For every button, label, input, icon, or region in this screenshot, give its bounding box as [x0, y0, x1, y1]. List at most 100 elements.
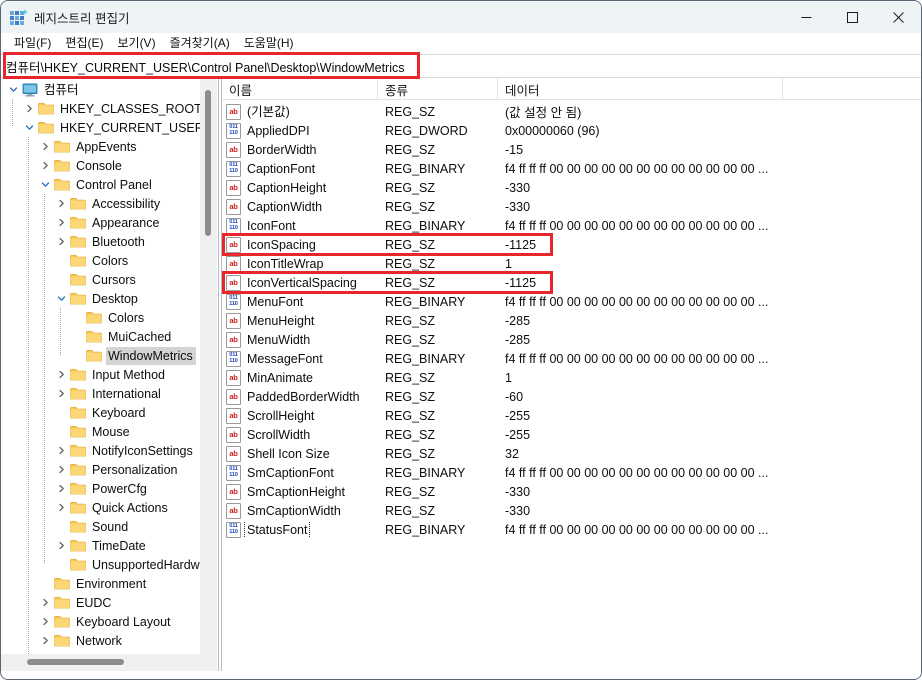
tree-item-mouse[interactable]: Mouse [1, 422, 200, 441]
tree-item-personalization[interactable]: Personalization [1, 460, 200, 479]
chevron-right-icon[interactable] [37, 612, 53, 631]
table-row[interactable]: ab CaptionWidth REG_SZ -330 [222, 197, 921, 216]
tree-item-unsupportedhardware[interactable]: UnsupportedHardware [1, 555, 217, 574]
column-header-data[interactable]: 데이터 [498, 78, 783, 100]
chevron-right-icon[interactable] [21, 99, 37, 118]
menu-help[interactable]: 도움말(H) [237, 33, 301, 54]
tree-horizontal-scroll-thumb[interactable] [27, 659, 124, 665]
chevron-right-icon[interactable] [53, 536, 69, 555]
tree-item-desktop[interactable]: Desktop [1, 289, 200, 308]
column-header-type[interactable]: 종류 [378, 78, 498, 100]
tree-item-windowmetrics[interactable]: WindowMetrics [1, 346, 200, 365]
chevron-right-icon[interactable] [37, 593, 53, 612]
chevron-down-icon[interactable] [5, 80, 21, 99]
table-row[interactable]: ab PaddedBorderWidth REG_SZ -60 [222, 387, 921, 406]
chevron-right-icon[interactable] [53, 232, 69, 251]
tree-item-international[interactable]: International [1, 384, 200, 403]
table-row[interactable]: 011 110 StatusFont REG_BINARY f4 ff ff ff 00… [222, 520, 921, 539]
table-row[interactable]: 011 110 AppliedDPI REG_DWORD 0x00000060 (96) [222, 121, 921, 140]
table-row[interactable]: ab Shell Icon Size REG_SZ 32 [222, 444, 921, 463]
chevron-right-icon[interactable] [37, 631, 53, 650]
tree-item-keyboard[interactable]: Keyboard [1, 403, 200, 422]
menu-favorites[interactable]: 즐겨찾기(A) [163, 33, 237, 54]
tree-vertical-scrollbar[interactable] [200, 78, 217, 654]
tree-item-appevents[interactable]: AppEvents [1, 137, 200, 156]
chevron-down-icon[interactable] [21, 118, 37, 137]
value-name-label: Shell Icon Size [247, 446, 330, 461]
chevron-right-icon[interactable] [53, 384, 69, 403]
table-row[interactable]: ab (기본값) REG_SZ (값 설정 안 됨) [222, 102, 921, 121]
table-row[interactable]: ab ScrollWidth REG_SZ -255 [222, 425, 921, 444]
table-row[interactable]: ab IconSpacing REG_SZ -1125 [222, 235, 921, 254]
tree-item-cursors[interactable]: Cursors [1, 270, 200, 289]
tree-item-[interactable]: 컴퓨터 [1, 80, 200, 99]
tree-item-quick-actions[interactable]: Quick Actions [1, 498, 200, 517]
table-row[interactable]: ab ScrollHeight REG_SZ -255 [222, 406, 921, 425]
tree-item-colors[interactable]: Colors [1, 251, 200, 270]
menu-file[interactable]: 파일(F) [7, 33, 58, 54]
chevron-right-icon[interactable] [53, 213, 69, 232]
tree-item-control-panel[interactable]: Control Panel [1, 175, 200, 194]
tree-item-notifyiconsettings[interactable]: NotifyIconSettings [1, 441, 200, 460]
address-bar-container: 컴퓨터\HKEY_CURRENT_USER\Control Panel\Desk… [1, 52, 921, 79]
tree-item-label: Quick Actions [92, 500, 168, 515]
maximize-button[interactable] [829, 1, 875, 33]
menu-view[interactable]: 보기(V) [110, 33, 162, 54]
table-row[interactable]: ab MinAnimate REG_SZ 1 [222, 368, 921, 387]
tree-item-console[interactable]: Console [1, 156, 200, 175]
chevron-down-icon[interactable] [37, 175, 53, 194]
value-name-label: StatusFont [243, 521, 311, 538]
tree-item-label: Environment [76, 576, 147, 591]
table-row[interactable]: 011 110 IconFont REG_BINARY f4 ff ff ff 00 0… [222, 216, 921, 235]
tree-item-colors[interactable]: Colors [1, 308, 200, 327]
tree-item-muicached[interactable]: MuiCached [1, 327, 200, 346]
chevron-right-icon[interactable] [53, 194, 69, 213]
tree-item-powercfg[interactable]: PowerCfg [1, 479, 200, 498]
column-header-name[interactable]: 이름 [222, 78, 378, 100]
tree-item-bluetooth[interactable]: Bluetooth [1, 232, 200, 251]
chevron-right-icon[interactable] [53, 460, 69, 479]
address-bar[interactable]: 컴퓨터\HKEY_CURRENT_USER\Control Panel\Desk… [1, 54, 921, 78]
tree-item-appearance[interactable]: Appearance [1, 213, 200, 232]
folder-icon [69, 213, 87, 232]
tree-horizontal-scrollbar[interactable] [1, 654, 217, 671]
table-row[interactable]: ab IconVerticalSpacing REG_SZ -1125 [222, 273, 921, 292]
tree-item-hkey-classes-root[interactable]: HKEY_CLASSES_ROOT [1, 99, 202, 118]
chevron-right-icon[interactable] [53, 365, 69, 384]
table-row[interactable]: 011 110 MenuFont REG_BINARY f4 ff ff ff 00 0… [222, 292, 921, 311]
table-row[interactable]: 011 110 CaptionFont REG_BINARY f4 ff ff ff 0… [222, 159, 921, 178]
chevron-right-icon[interactable] [37, 156, 53, 175]
table-row[interactable]: ab CaptionHeight REG_SZ -330 [222, 178, 921, 197]
table-row[interactable]: ab MenuWidth REG_SZ -285 [222, 330, 921, 349]
tree-item-input-method[interactable]: Input Method [1, 365, 200, 384]
tree-item-environment[interactable]: Environment [1, 574, 200, 593]
chevron-down-icon[interactable] [53, 289, 69, 308]
tree-item-hkey-current-user[interactable]: HKEY_CURRENT_USER [1, 118, 204, 137]
value-name-label: (기본값) [247, 104, 290, 119]
chevron-right-icon[interactable] [53, 441, 69, 460]
table-row[interactable]: ab IconTitleWrap REG_SZ 1 [222, 254, 921, 273]
table-row[interactable]: 011 110 SmCaptionFont REG_BINARY f4 ff ff ff… [222, 463, 921, 482]
chevron-right-icon[interactable] [37, 137, 53, 156]
tree-item-keyboard-layout[interactable]: Keyboard Layout [1, 612, 200, 631]
tree-item-network[interactable]: Network [1, 631, 200, 650]
table-row[interactable]: ab BorderWidth REG_SZ -15 [222, 140, 921, 159]
close-button[interactable] [875, 1, 921, 33]
tree-item-accessibility[interactable]: Accessibility [1, 194, 200, 213]
chevron-right-icon[interactable] [53, 479, 69, 498]
tree-item-eudc[interactable]: EUDC [1, 593, 200, 612]
menu-edit[interactable]: 편집(E) [58, 33, 110, 54]
minimize-button[interactable] [783, 1, 829, 33]
table-row[interactable]: ab SmCaptionHeight REG_SZ -330 [222, 482, 921, 501]
table-row[interactable]: ab SmCaptionWidth REG_SZ -330 [222, 501, 921, 520]
tree-item-sound[interactable]: Sound [1, 517, 200, 536]
table-row[interactable]: 011 110 MessageFont REG_BINARY f4 ff ff ff 0… [222, 349, 921, 368]
value-name-cell: ab PaddedBorderWidth [222, 388, 378, 405]
chevron-right-icon[interactable] [53, 498, 69, 517]
table-row[interactable]: ab MenuHeight REG_SZ -285 [222, 311, 921, 330]
tree-vertical-scroll-thumb[interactable] [205, 90, 211, 236]
tree-item-timedate[interactable]: TimeDate [1, 536, 200, 555]
